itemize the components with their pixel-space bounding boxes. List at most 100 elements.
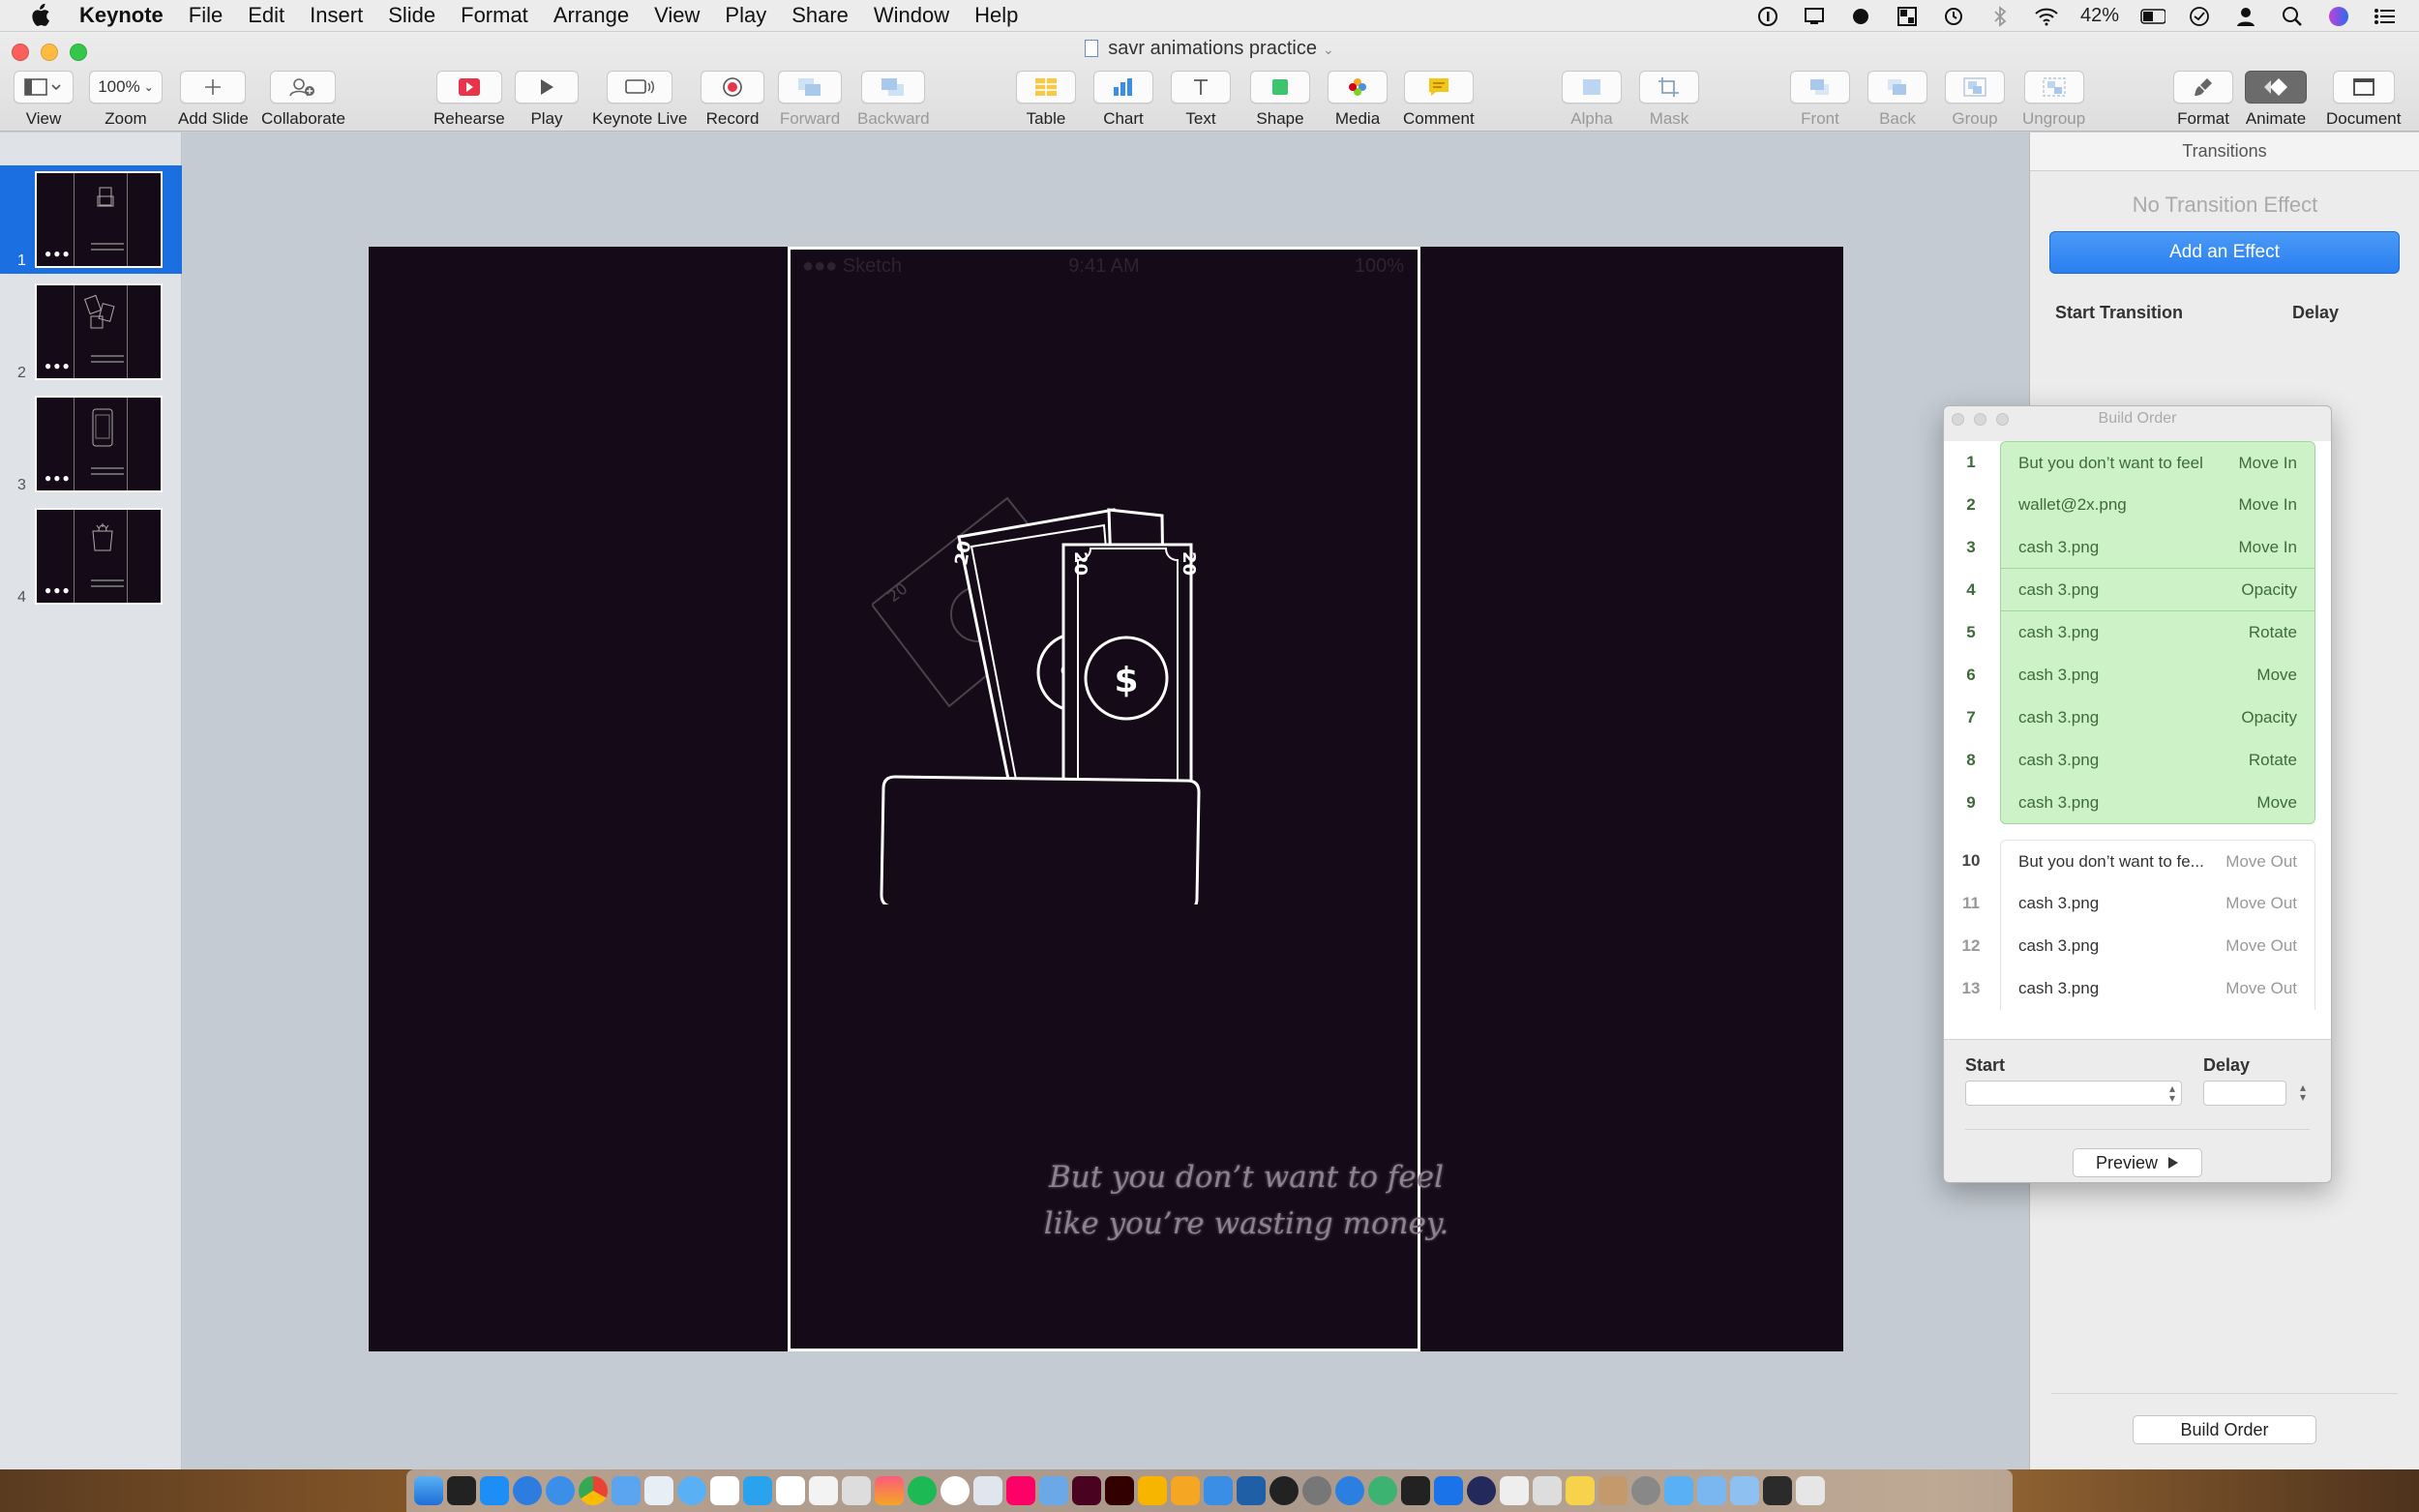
safari-icon[interactable] [546,1476,575,1505]
group-button[interactable] [1945,71,2005,104]
clock-icon[interactable] [2187,6,2212,27]
rehearse-tool[interactable]: Rehearse [433,71,505,129]
table-tool[interactable]: Table [1016,71,1076,129]
principle-icon[interactable] [1171,1476,1200,1505]
view-button[interactable] [14,71,74,104]
text-button[interactable] [1171,71,1231,104]
record-dot-icon[interactable] [1848,6,1873,27]
record-button[interactable] [701,71,764,104]
build-row[interactable]: 2 wallet@2x.png Move In [1944,484,2331,526]
current-slide[interactable]: ●●● Sketch 9:41 AM 100% 20 20 $ 20 20 Bu… [369,247,1843,1351]
mask-tool[interactable]: Mask [1639,71,1699,129]
preview-icon[interactable] [644,1476,673,1505]
chart-tool[interactable]: Chart [1093,71,1153,129]
character-icon[interactable] [842,1476,871,1505]
add-effect-button[interactable]: Add an Effect [2049,231,2400,274]
format-tool[interactable]: Format [2173,71,2233,129]
backward-tool[interactable]: Backward [857,71,930,129]
play-button[interactable] [515,71,579,104]
photos-icon[interactable] [941,1476,970,1505]
front-tool[interactable]: Front [1790,71,1850,129]
build-row[interactable]: 4 cash 3.png Opacity [1944,569,2331,611]
zoom-tool[interactable]: 100% ⌄ Zoom [89,71,163,129]
preview-button[interactable]: Preview [2073,1148,2202,1177]
display-icon[interactable] [1802,6,1827,27]
mail-icon[interactable] [677,1476,706,1505]
alpha-tool[interactable]: Alpha [1562,71,1622,129]
menu-play[interactable]: Play [725,3,766,28]
add-slide-button[interactable] [180,71,247,104]
build-row[interactable]: 13 cash 3.png Move Out [1944,967,2331,1010]
delay-field[interactable] [2203,1081,2286,1106]
build-row[interactable]: 5 cash 3.png Rotate [1944,611,2331,654]
battery-icon[interactable] [2140,6,2165,27]
slide-thumbnail-4[interactable]: ●●● 4 [0,502,182,610]
comment-button[interactable] [1403,71,1474,104]
terminal-icon[interactable] [447,1476,476,1505]
things-icon[interactable] [743,1476,772,1505]
compass-icon[interactable] [1368,1476,1397,1505]
build-row[interactable]: 9 cash 3.png Move [1944,782,2331,824]
build-row[interactable]: 12 cash 3.png Move Out [1944,925,2331,967]
apple-icon[interactable] [27,3,52,28]
menu-insert[interactable]: Insert [310,3,363,28]
zoom-select[interactable]: 100% ⌄ [89,71,163,104]
group-tool[interactable]: Group [1945,71,2005,129]
spotlight-search-icon[interactable] [2280,6,2305,27]
keynote-live-button[interactable] [607,71,673,104]
alpha-button[interactable] [1562,71,1622,104]
build-row[interactable]: 1 But you don’t want to feel Move In [1944,441,2331,484]
collaborate-button[interactable] [270,71,337,104]
duck-icon[interactable] [1566,1476,1595,1505]
reminders-icon[interactable] [809,1476,838,1505]
menu-arrange[interactable]: Arrange [553,3,629,28]
animate-tool[interactable]: Animate [2245,71,2307,129]
trash-icon[interactable] [1796,1476,1825,1505]
slide-thumbnail-1[interactable]: ●●● 1 [0,165,182,274]
indesign-icon[interactable] [1072,1476,1101,1505]
document-tool[interactable]: Document [2326,71,2401,129]
rehearse-button[interactable] [435,71,502,104]
user-icon[interactable] [2233,6,2258,27]
build-row[interactable]: 7 cash 3.png Opacity [1944,697,2331,739]
bluetooth-icon[interactable] [1987,5,2013,27]
notification-center-icon[interactable] [2373,6,2398,27]
wifi-icon[interactable] [2034,6,2059,27]
ungroup-tool[interactable]: Ungroup [2022,71,2085,129]
forward-tool[interactable]: Forward [778,71,842,129]
front-button[interactable] [1790,71,1850,104]
menu-slide[interactable]: Slide [388,3,435,28]
menu-view[interactable]: View [654,3,700,28]
finder-icon[interactable] [414,1476,443,1505]
slide-thumbnail-3[interactable]: ●●● 3 [0,390,182,498]
wallet-cash-illustration[interactable]: 20 $ 20 $ [872,440,1375,904]
build-row[interactable]: 8 cash 3.png Rotate [1944,739,2331,782]
dictionary-icon[interactable] [1467,1476,1496,1505]
table-button[interactable] [1016,71,1076,104]
skype-icon[interactable] [710,1476,739,1505]
screen-icon[interactable] [1434,1476,1463,1505]
menu-file[interactable]: File [189,3,223,28]
play-tool[interactable]: Play [515,71,579,129]
chrome-icon[interactable] [579,1476,608,1505]
build-row[interactable]: 11 cash 3.png Move Out [1944,882,2331,925]
calendar-icon[interactable] [776,1476,805,1505]
settings-gear-icon[interactable] [1631,1476,1660,1505]
view-tool[interactable]: View [14,71,74,129]
menu-edit[interactable]: Edit [248,3,284,28]
onepassword-icon[interactable] [513,1476,542,1505]
siri-icon[interactable] [2326,6,2351,27]
quicktime-icon[interactable] [1269,1476,1299,1505]
keynote-icon[interactable] [973,1476,1002,1505]
tab-transitions[interactable]: Transitions [2030,133,2419,171]
text-tool[interactable]: Text [1171,71,1231,129]
menu-format[interactable]: Format [461,3,528,28]
ungroup-button[interactable] [2023,71,2084,104]
onepassword-icon[interactable] [1755,6,1780,27]
menu-window[interactable]: Window [874,3,949,28]
stack-icon[interactable] [1763,1476,1792,1505]
pixelmator-icon[interactable] [1006,1476,1035,1505]
folder-app-icon[interactable] [1237,1476,1266,1505]
back-button[interactable] [1867,71,1927,104]
shape-button[interactable] [1250,71,1310,104]
